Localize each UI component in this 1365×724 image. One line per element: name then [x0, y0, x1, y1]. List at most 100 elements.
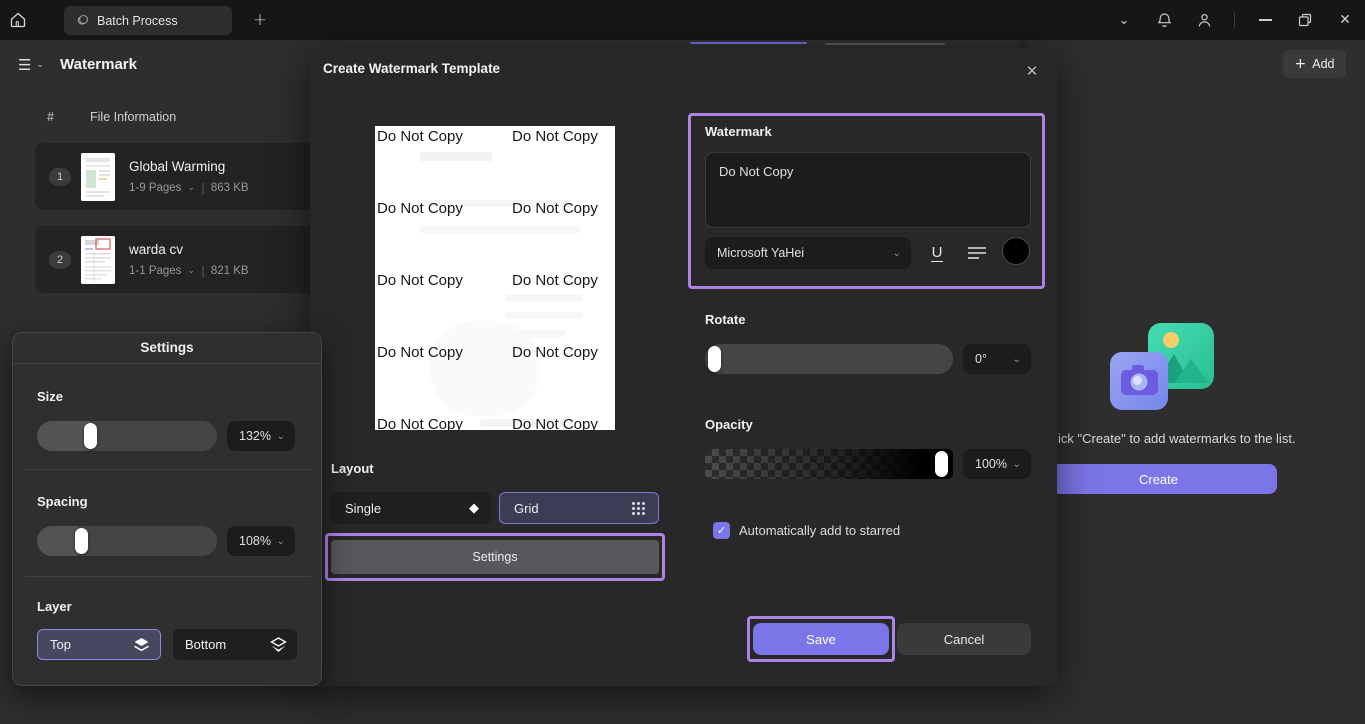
align-button[interactable] — [962, 239, 992, 267]
watermark-text-input[interactable]: Do Not Copy — [705, 152, 1031, 228]
opacity-slider-handle[interactable] — [935, 451, 948, 477]
app-window: Batch Process + ⌄ — [0, 0, 1365, 724]
plus-icon: + — [1295, 56, 1307, 72]
grid-dots-icon — [631, 501, 646, 516]
preview-doc-ghost — [420, 152, 492, 161]
underline-button[interactable]: U — [922, 239, 952, 267]
divider — [25, 576, 311, 577]
pages-chevron-icon[interactable]: ⌄ — [187, 266, 195, 276]
preview-doc-ghost — [505, 312, 583, 319]
spacing-slider-handle[interactable] — [75, 528, 88, 554]
opacity-slider[interactable] — [705, 449, 953, 479]
starred-checkbox-label[interactable]: Automatically add to starred — [739, 523, 900, 538]
rotate-slider[interactable] — [705, 344, 953, 374]
minimize-icon — [1259, 19, 1272, 20]
size-slider-handle[interactable] — [84, 423, 97, 449]
save-button[interactable]: Save — [753, 623, 889, 655]
titlebar-chevron-down-icon[interactable]: ⌄ — [1104, 0, 1144, 40]
chevron-down-icon: ⌄ — [277, 536, 285, 547]
file-pages[interactable]: 1-1 Pages — [129, 265, 181, 277]
file-texts: Global Warming 1-9 Pages ⌄ | 863 KB — [129, 159, 249, 195]
grid-label: Grid — [514, 501, 539, 516]
minimize-button[interactable] — [1245, 0, 1285, 40]
layer-top-button[interactable]: Top — [37, 629, 161, 660]
starred-checkbox[interactable]: ✓ — [713, 522, 730, 539]
titlebar-divider — [1234, 12, 1235, 28]
pages-chevron-icon[interactable]: ⌄ — [187, 183, 195, 193]
menu-button[interactable]: ☰ ⌄ — [18, 56, 44, 74]
column-header-file-info: File Information — [90, 110, 176, 124]
add-button[interactable]: + Add — [1283, 50, 1346, 78]
menu-chevron-icon: ⌄ — [36, 60, 44, 74]
tab-label: Batch Process — [97, 14, 178, 28]
size-label: Size — [37, 389, 63, 404]
opacity-value: 100% — [975, 457, 1007, 471]
preview-watermark-text: Do Not Copy — [512, 273, 598, 288]
watermark-preview: Do Not Copy Do Not Copy Do Not Copy Do N… — [375, 126, 615, 430]
tab-batch-process[interactable]: Batch Process — [64, 6, 232, 35]
titlebar-right: ⌄ — [1104, 0, 1365, 40]
file-name: warda cv — [129, 242, 249, 257]
layer-bottom-label: Bottom — [185, 637, 226, 652]
chevron-down-icon: ⌄ — [277, 431, 285, 442]
rotate-value: 0° — [975, 352, 987, 366]
divider — [25, 469, 311, 470]
layers-bottom-icon — [270, 637, 287, 653]
spacing-slider[interactable] — [37, 526, 217, 556]
person-icon — [1196, 12, 1213, 29]
layout-grid-button[interactable]: Grid — [499, 492, 659, 524]
home-icon — [9, 11, 27, 29]
create-button[interactable]: Create — [1040, 464, 1277, 494]
size-value-dropdown[interactable]: 132% ⌄ — [227, 421, 295, 451]
preview-watermark-text: Do Not Copy — [512, 201, 598, 216]
font-dropdown[interactable]: Microsoft YaHei ⌄ — [705, 237, 911, 269]
file-meta: 1-1 Pages ⌄ | 821 KB — [129, 264, 249, 278]
font-color-swatch[interactable] — [1002, 237, 1030, 265]
inactive-tab-indicator — [825, 43, 945, 45]
cancel-button[interactable]: Cancel — [897, 623, 1031, 655]
file-row-global-warming[interactable]: 1 Global Warming 1-9 Pages ⌄ | 863 KB — [35, 143, 325, 210]
new-tab-button[interactable]: + — [242, 0, 278, 40]
layout-single-button[interactable]: Single ◆ — [331, 492, 491, 524]
settings-popup-title: Settings — [13, 340, 321, 355]
rotate-label: Rotate — [705, 312, 745, 327]
spacing-value-dropdown[interactable]: 108% ⌄ — [227, 526, 295, 556]
preview-watermark-text: Do Not Copy — [512, 129, 598, 144]
align-left-icon — [967, 245, 987, 261]
settings-popup: Settings Size 132% ⌄ Spacing 108% ⌄ Laye… — [12, 332, 322, 686]
layer-top-label: Top — [50, 637, 71, 652]
opacity-value-dropdown[interactable]: 100% ⌄ — [963, 449, 1031, 479]
account-button[interactable] — [1184, 0, 1224, 40]
size-slider[interactable] — [37, 421, 217, 451]
close-window-button[interactable]: ✕ — [1325, 0, 1365, 40]
home-button[interactable] — [0, 0, 36, 40]
watermark-label: Watermark — [705, 124, 772, 139]
rotate-slider-handle[interactable] — [708, 346, 721, 372]
notifications-button[interactable] — [1144, 0, 1184, 40]
watermark-illustration — [1108, 321, 1220, 415]
add-button-label: Add — [1312, 57, 1334, 71]
hamburger-icon: ☰ — [18, 56, 31, 74]
restore-icon — [1298, 13, 1312, 27]
preview-watermark-text: Do Not Copy — [377, 273, 463, 288]
file-name: Global Warming — [129, 159, 249, 174]
layers-top-icon — [133, 637, 150, 653]
layer-bottom-button[interactable]: Bottom — [173, 629, 297, 660]
dialog-title: Create Watermark Template — [323, 61, 500, 76]
file-pages[interactable]: 1-9 Pages — [129, 182, 181, 194]
file-meta: 1-9 Pages ⌄ | 863 KB — [129, 181, 249, 195]
chevron-down-icon: ⌄ — [1013, 459, 1021, 470]
create-watermark-dialog: Create Watermark Template ✕ Do Not Copy … — [310, 48, 1057, 686]
bell-icon — [1156, 12, 1173, 29]
active-tab-indicator — [690, 42, 807, 44]
dialog-settings-button[interactable]: Settings — [331, 540, 659, 574]
restore-button[interactable] — [1285, 0, 1325, 40]
rotate-value-dropdown[interactable]: 0° ⌄ — [963, 344, 1031, 374]
dialog-close-button[interactable]: ✕ — [1020, 59, 1044, 83]
meta-divider: | — [201, 264, 205, 278]
file-row-warda-cv[interactable]: 2 warda cv 1-1 Pages ⌄ | — [35, 226, 325, 293]
titlebar: Batch Process + ⌄ — [0, 0, 1365, 40]
spacing-value: 108% — [239, 534, 271, 548]
file-size: 821 KB — [211, 265, 249, 277]
preview-watermark-text: Do Not Copy — [377, 345, 463, 360]
